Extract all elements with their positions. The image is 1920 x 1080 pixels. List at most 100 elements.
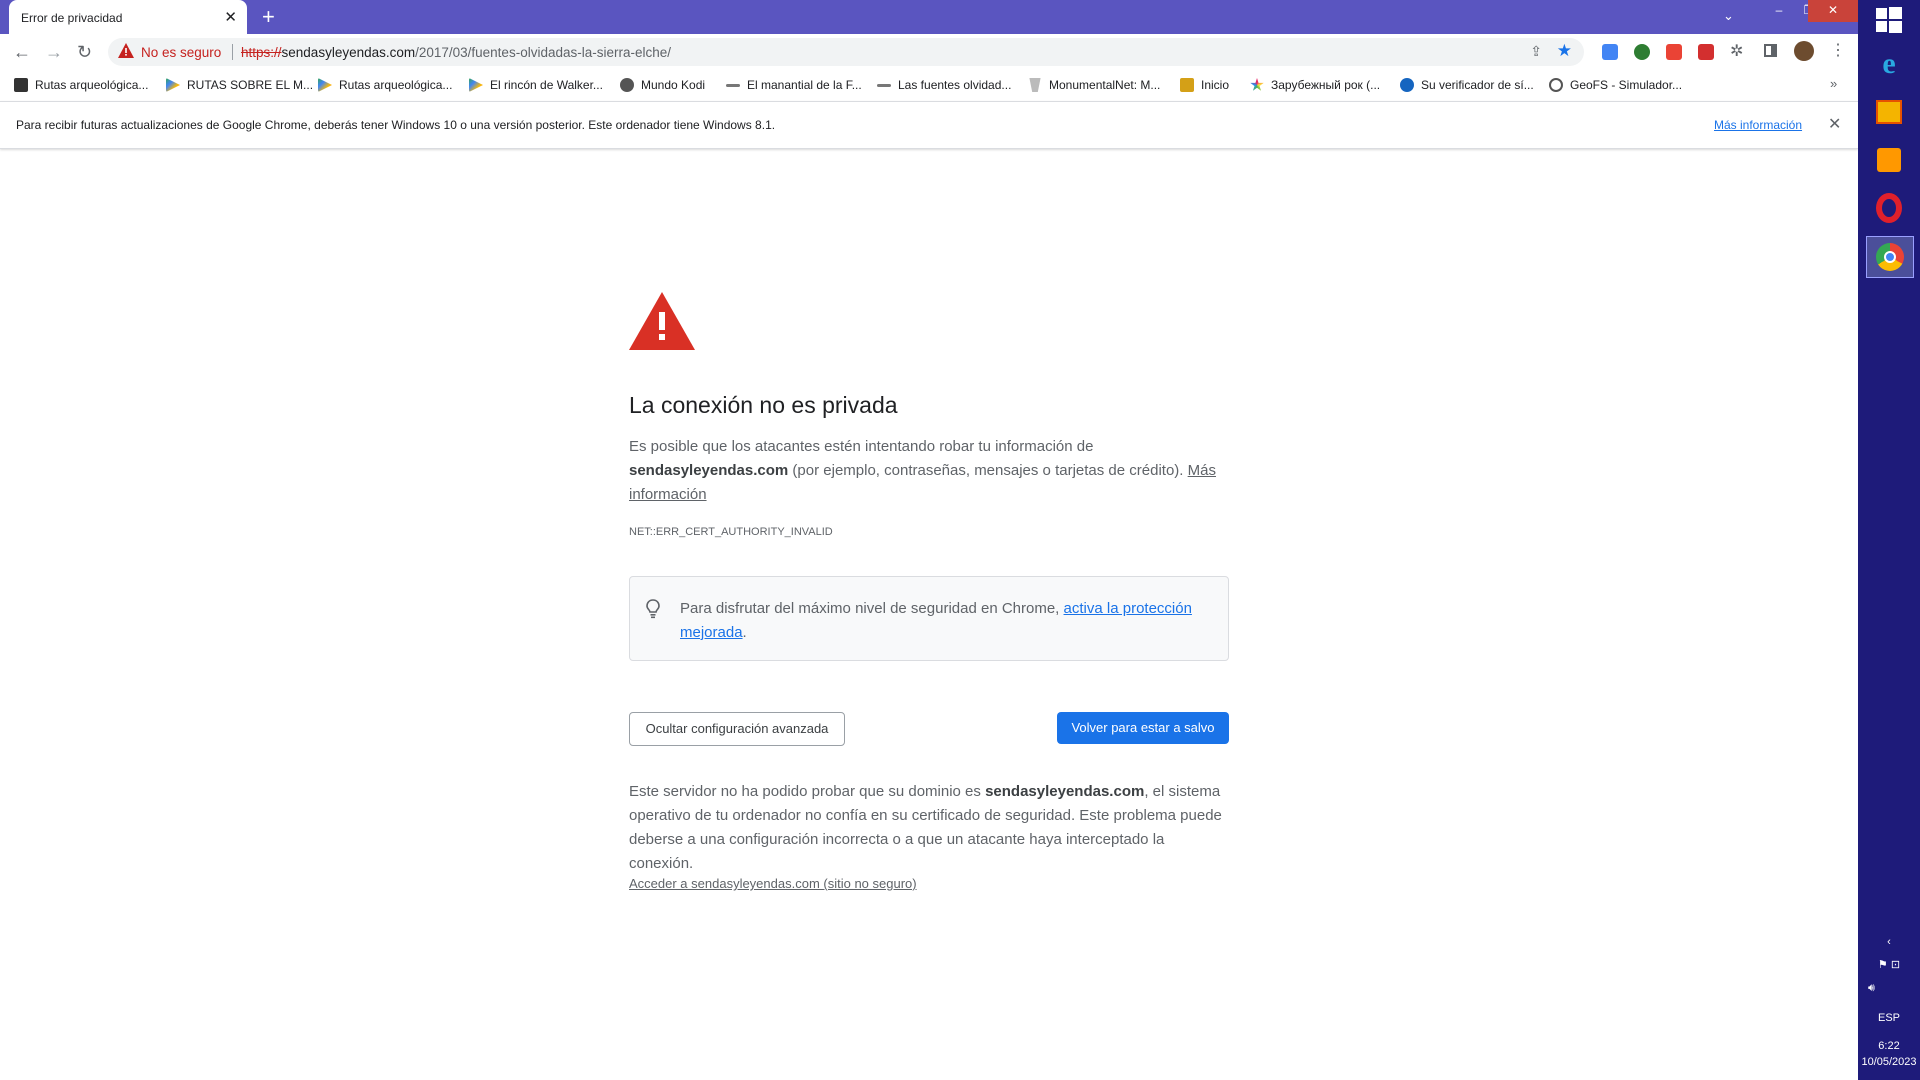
explanation-text-end: (por ejemplo, contraseñas, mensajes o ta… — [788, 462, 1188, 479]
media-player-icon[interactable] — [1866, 140, 1912, 180]
side-panel-icon[interactable] — [1764, 44, 1777, 57]
explanation-paragraph: Es posible que los atacantes estén inten… — [629, 435, 1231, 507]
bookmark-item[interactable]: RUTAS SOBRE EL M... — [166, 78, 313, 92]
extensions-puzzle-icon[interactable]: ✲ — [1730, 41, 1743, 61]
bookmark-item[interactable]: Inicio — [1180, 78, 1229, 92]
address-bar[interactable]: No es seguro https://sendasyleyendas.com… — [108, 38, 1584, 66]
tab-close-icon[interactable]: ✕ — [224, 8, 237, 26]
tab-active[interactable]: Error de privacidad ✕ — [9, 0, 247, 34]
tip-text: Para disfrutar del máximo nivel de segur… — [680, 597, 1200, 645]
details-domain: sendasyleyendas.com — [985, 783, 1145, 800]
bookmark-label: MonumentalNet: M... — [1049, 78, 1161, 92]
tray-expand-icon[interactable]: ‹ — [1858, 936, 1920, 948]
bookmark-item[interactable]: Mundo Kodi — [620, 78, 705, 92]
file-explorer-icon[interactable] — [1866, 92, 1912, 132]
colorful-star-icon — [1250, 78, 1264, 91]
url-scheme: https:// — [241, 45, 282, 60]
back-arrow-icon[interactable]: ← — [13, 42, 31, 63]
dash-icon — [877, 83, 891, 87]
url-path: /2017/03/fuentes-olvidadas-la-sierra-elc… — [415, 45, 672, 60]
bookmarks-overflow-chevron-icon[interactable]: » — [1830, 76, 1837, 91]
danger-triangle-icon — [629, 292, 695, 355]
chrome-window: Error de privacidad ✕ + ⌄ – ❐ ✕ ← → ↻ No… — [0, 0, 1858, 1080]
error-code: NET::ERR_CERT_AUTHORITY_INVALID — [629, 526, 833, 538]
play-store-icon — [318, 78, 332, 92]
bookmark-item[interactable]: GeoFS - Simulador... — [1549, 78, 1682, 92]
tip-text-end: . — [742, 624, 747, 641]
dash-icon — [726, 83, 740, 87]
explanation-text-start: Es posible que los atacantes estén inten… — [629, 438, 1094, 455]
infobar-close-icon[interactable]: ✕ — [1828, 114, 1841, 134]
bookmark-label: Mundo Kodi — [641, 78, 706, 92]
bookmark-item[interactable]: Las fuentes olvidad... — [877, 78, 1011, 92]
bookmark-label: El rincón de Walker... — [490, 78, 603, 92]
play-store-icon — [166, 78, 180, 92]
bookmark-item[interactable]: El rincón de Walker... — [469, 78, 603, 92]
geofs-icon — [1549, 78, 1563, 92]
bookmark-label: GeoFS - Simulador... — [1570, 78, 1683, 92]
chrome-taskbar-icon[interactable] — [1866, 236, 1914, 278]
forward-arrow-icon[interactable]: → — [45, 42, 63, 63]
verifier-icon — [1400, 78, 1414, 92]
not-secure-label[interactable]: No es seguro — [141, 45, 221, 60]
warning-triangle-icon[interactable] — [118, 43, 134, 63]
update-infobar: Para recibir futuras actualizaciones de … — [0, 101, 1858, 149]
bookmark-label: Rutas arqueológica... — [35, 78, 149, 92]
bookmark-item[interactable]: El manantial de la F... — [726, 78, 862, 92]
pdf-extension-icon[interactable] — [1698, 44, 1714, 60]
extension-globe-icon[interactable] — [1634, 44, 1650, 60]
translate-extension-icon[interactable] — [1602, 44, 1618, 60]
clock-date[interactable]: 10/05/2023 — [1858, 1056, 1920, 1068]
hide-advanced-button[interactable]: Ocultar configuración avanzada — [629, 712, 845, 746]
share-icon[interactable]: ⇪ — [1530, 43, 1542, 60]
bookmark-item[interactable]: MonumentalNet: M... — [1028, 78, 1160, 92]
tip-text-start: Para disfrutar del máximo nivel de segur… — [680, 600, 1064, 617]
inicio-icon — [1180, 78, 1194, 92]
extension-red-icon[interactable] — [1666, 44, 1682, 60]
bookmark-label: Las fuentes olvidad... — [898, 78, 1012, 92]
kodi-icon — [620, 78, 634, 92]
internet-explorer-icon[interactable]: e — [1866, 44, 1912, 84]
language-indicator[interactable]: ESP — [1858, 1012, 1920, 1024]
volume-icon[interactable]: 🔊︎ — [1858, 982, 1920, 995]
bookmark-star-icon[interactable]: ★ — [1557, 41, 1572, 61]
bookmark-item[interactable]: Rutas arqueológica... — [318, 78, 452, 92]
bookmark-item[interactable]: Зарубежный рок (... — [1250, 78, 1380, 92]
bookmark-label: Rutas arqueológica... — [339, 78, 453, 92]
opera-icon[interactable] — [1866, 188, 1912, 228]
back-to-safety-button[interactable]: Volver para estar a salvo — [1057, 712, 1229, 744]
profile-avatar[interactable] — [1794, 41, 1814, 61]
bookmarks-bar: Rutas arqueológica... RUTAS SOBRE EL M..… — [0, 70, 1858, 100]
minimize-button[interactable]: – — [1764, 0, 1794, 22]
proceed-unsafe-link[interactable]: Acceder a sendasyleyendas.com (sitio no … — [629, 876, 917, 891]
details-text-start: Este servidor no ha podido probar que su… — [629, 783, 986, 800]
bookmark-label: Su verificador de sí... — [1421, 78, 1534, 92]
windows-taskbar: e ‹ ⚑ ⊡ 🔊︎ ESP 6:22 10/05/2023 — [1858, 0, 1920, 1080]
enhanced-protection-tip: Para disfrutar del máximo nivel de segur… — [629, 576, 1229, 661]
tab-search-chevron-icon[interactable]: ⌄ — [1723, 8, 1734, 24]
url-text[interactable]: https://sendasyleyendas.com/2017/03/fuen… — [241, 45, 671, 60]
clock-time[interactable]: 6:22 — [1858, 1040, 1920, 1052]
windows-start-icon[interactable] — [1866, 0, 1912, 40]
infobar-more-info-link[interactable]: Más información — [1714, 118, 1802, 132]
bookmark-item[interactable]: Rutas arqueológica... — [14, 78, 148, 92]
lightbulb-icon — [646, 599, 660, 624]
monument-icon — [1029, 78, 1041, 92]
chrome-menu-icon[interactable]: ⋮ — [1830, 40, 1846, 60]
infobar-message: Para recibir futuras actualizaciones de … — [16, 118, 776, 132]
advanced-details-paragraph: Este servidor no ha podido probar que su… — [629, 780, 1231, 876]
close-window-button[interactable]: ✕ — [1808, 0, 1858, 22]
title-bar: Error de privacidad ✕ + ⌄ – ❐ ✕ — [0, 0, 1858, 34]
bookmark-label: Inicio — [1201, 78, 1230, 92]
tab-title: Error de privacidad — [21, 11, 123, 25]
tray-flag-network-icons[interactable]: ⚑ ⊡ — [1858, 958, 1920, 971]
bookmark-label: El manantial de la F... — [747, 78, 862, 92]
bookmark-label: Зарубежный рок (... — [1271, 78, 1381, 92]
new-tab-icon[interactable]: + — [262, 4, 275, 30]
bookmark-item[interactable]: Su verificador de sí... — [1400, 78, 1534, 92]
play-store-icon — [469, 78, 483, 92]
bookmark-favicon-dark — [14, 78, 28, 92]
reload-icon[interactable]: ↻ — [77, 42, 92, 63]
explanation-domain: sendasyleyendas.com — [629, 462, 789, 479]
url-host: sendasyleyendas.com — [281, 45, 416, 60]
